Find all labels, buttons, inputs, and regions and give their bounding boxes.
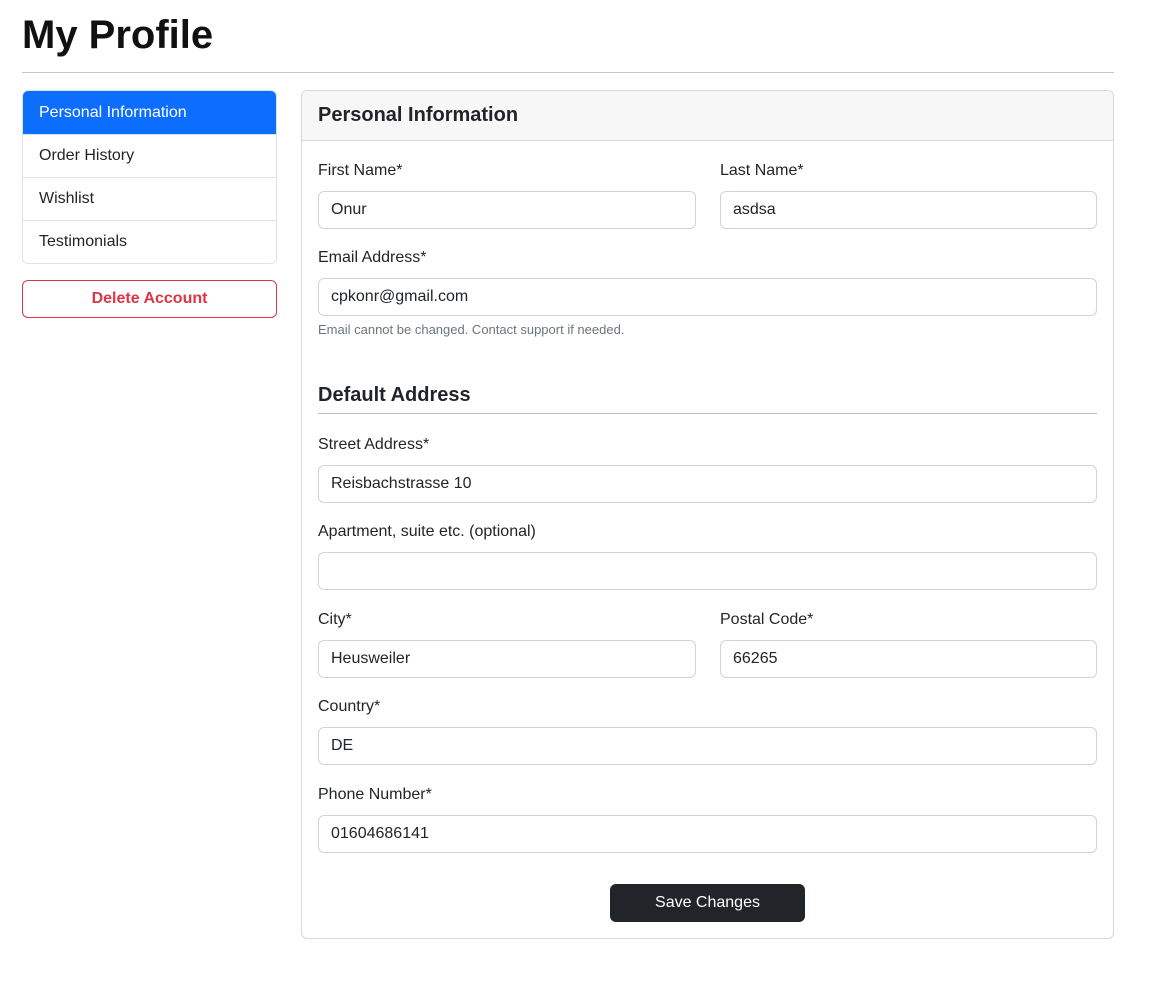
sidebar-item-label: Wishlist [39,190,95,207]
profile-page: My Profile Personal Information Order Hi… [0,0,1150,989]
street-group: Street Address* [318,435,1097,503]
delete-account-button[interactable]: Delete Account [22,280,277,318]
apartment-group: Apartment, suite etc. (optional) [318,522,1097,590]
city-group: City* [318,610,696,678]
sidebar-item-label: Personal Information [39,103,187,121]
page-title: My Profile [22,13,214,57]
country-group: Country* [318,697,1097,765]
sidebar-item-label: Testimonials [39,233,128,250]
postal-code-label: Postal Code* [720,611,814,628]
postal-code-input[interactable] [720,640,1097,678]
first-name-label: First Name* [318,162,403,179]
email-group: Email Address* [318,248,1097,316]
postal-code-group: Postal Code* [720,610,1097,678]
email-label: Email Address* [318,249,427,266]
sidebar: Personal Information Order History Wishl… [22,90,277,318]
email-help-text: Email cannot be changed. Contact support… [318,322,625,337]
first-name-input[interactable] [318,191,696,229]
title-divider [22,72,1114,73]
sidebar-item-label: Order History [39,147,135,164]
email-field[interactable] [318,278,1097,316]
apartment-input[interactable] [318,552,1097,590]
last-name-label: Last Name* [720,162,804,179]
sidebar-item-personal-information[interactable]: Personal Information [23,91,276,134]
country-input[interactable] [318,727,1097,765]
sidebar-nav: Personal Information Order History Wishl… [22,90,277,264]
sidebar-item-order-history[interactable]: Order History [23,134,276,177]
sidebar-item-wishlist[interactable]: Wishlist [23,177,276,220]
sidebar-item-testimonials[interactable]: Testimonials [23,220,276,263]
address-divider [318,413,1097,414]
first-name-group: First Name* [318,161,696,229]
apartment-label: Apartment, suite etc. (optional) [318,523,536,540]
last-name-group: Last Name* [720,161,1097,229]
phone-label: Phone Number* [318,786,432,803]
country-label: Country* [318,698,381,715]
card-header: Personal Information [302,91,1113,141]
phone-input[interactable] [318,815,1097,853]
city-label: City* [318,611,352,628]
city-input[interactable] [318,640,696,678]
save-changes-button[interactable]: Save Changes [610,884,805,922]
profile-form-card: Personal Information First Name* Last Na… [301,90,1114,939]
default-address-title: Default Address [318,384,471,406]
street-label: Street Address* [318,436,430,453]
phone-group: Phone Number* [318,785,1097,853]
last-name-input[interactable] [720,191,1097,229]
street-input[interactable] [318,465,1097,503]
